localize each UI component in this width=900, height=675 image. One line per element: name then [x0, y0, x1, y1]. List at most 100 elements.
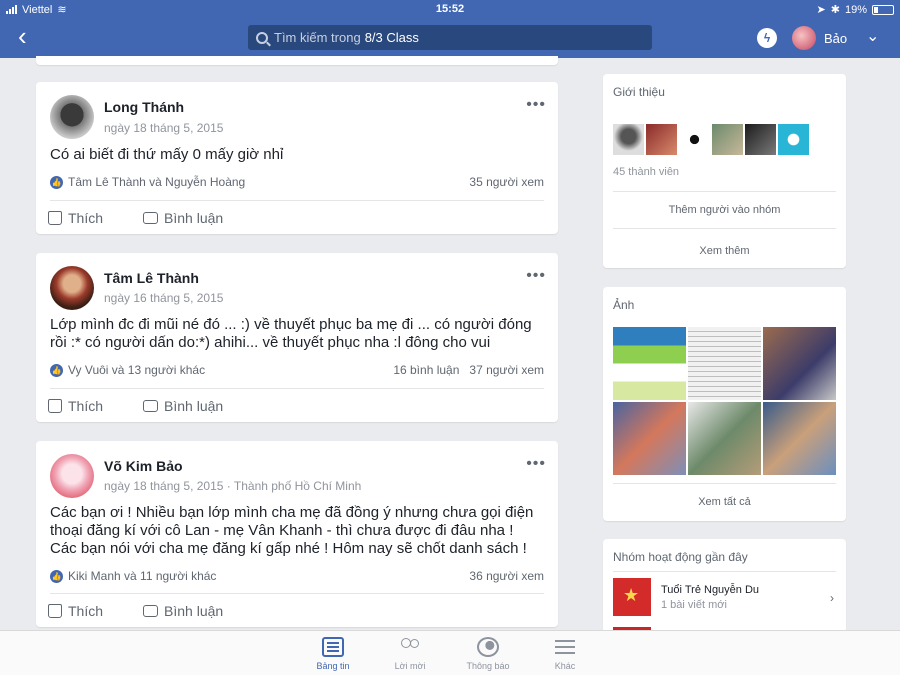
view-count: 35 người xem — [469, 175, 544, 189]
location-icon: ➤ — [816, 4, 826, 16]
clock: 15:52 — [435, 3, 465, 15]
divider — [613, 228, 836, 229]
search-prefix: Tìm kiếm trong — [274, 30, 361, 45]
comment-button[interactable]: Bình luận — [143, 210, 223, 226]
tab-more[interactable]: Khác — [530, 637, 600, 671]
like-button[interactable]: Thích — [48, 398, 103, 414]
post-actions: Thích Bình luận — [48, 210, 223, 226]
like-reaction-icon: 👍 — [50, 363, 63, 377]
post-reactions[interactable]: 👍 Vy Vuôi và 13 người khác 16 bình luận … — [50, 363, 544, 377]
reactors: Tâm Lê Thành và Nguyễn Hoàng — [68, 175, 246, 189]
profile-button[interactable]: Bảo — [792, 26, 847, 50]
comment-button[interactable]: Bình luận — [143, 603, 223, 619]
recent-group-item[interactable]: Tuổi Trẻ Nguyễn Du 1 bài viết mới — [613, 578, 759, 616]
photo-thumbnail[interactable] — [613, 402, 686, 475]
like-icon — [48, 399, 62, 413]
post-card: Tâm Lê Thành ngày 16 tháng 5, 2015 ••• L… — [36, 253, 558, 422]
photo-thumbnail[interactable] — [688, 327, 761, 400]
post-author[interactable]: Tâm Lê Thành — [104, 270, 199, 286]
member-avatar — [646, 124, 677, 155]
post-actions: Thích Bình luận — [48, 603, 223, 619]
more-options-icon[interactable]: ••• — [526, 267, 546, 285]
divider — [50, 200, 544, 201]
chevron-down-icon[interactable]: ⌄ — [866, 26, 879, 46]
member-avatar — [712, 124, 743, 155]
chevron-right-icon[interactable]: › — [830, 591, 834, 605]
comment-button[interactable]: Bình luận — [143, 398, 223, 414]
divider — [613, 483, 836, 484]
photo-thumbnail[interactable] — [763, 327, 836, 400]
back-arrow-icon[interactable]: ‹ — [18, 23, 42, 49]
friends-icon — [399, 637, 421, 657]
divider — [50, 388, 544, 389]
post-author[interactable]: Võ Kim Bảo — [104, 458, 183, 474]
user-name: Bảo — [824, 30, 848, 46]
post-author[interactable]: Long Thánh — [104, 99, 184, 115]
bluetooth-icon: ✱ — [830, 4, 840, 16]
news-feed-icon — [322, 637, 344, 657]
photo-thumbnail[interactable] — [763, 402, 836, 475]
reactors: Kiki Manh và 11 người khác — [68, 569, 217, 583]
post-card: Võ Kim Bảo ngày 18 tháng 5, 2015 · Thành… — [36, 441, 558, 627]
post-reactions[interactable]: 👍 Tâm Lê Thành và Nguyễn Hoàng 35 người … — [50, 175, 544, 189]
search-input[interactable]: Tìm kiếm trong 8/3 Class — [248, 25, 652, 50]
divider — [613, 191, 836, 192]
more-options-icon[interactable]: ••• — [526, 455, 546, 473]
divider — [50, 593, 544, 594]
member-avatar — [745, 124, 776, 155]
tab-friend-requests[interactable]: Lời mời — [375, 637, 445, 671]
member-avatars[interactable] — [613, 124, 809, 155]
photo-thumbnail[interactable] — [613, 327, 686, 400]
post-actions: Thích Bình luận — [48, 398, 223, 414]
avatar[interactable] — [50, 95, 94, 139]
like-reaction-icon: 👍 — [50, 175, 63, 189]
about-panel: Giới thiệu 45 thành viên Thêm người vào … — [603, 74, 846, 268]
see-more-link[interactable]: Xem thêm — [603, 245, 846, 257]
group-subtitle: 1 bài viết mới — [661, 598, 727, 611]
member-avatar — [613, 124, 644, 155]
avatar — [792, 26, 816, 50]
menu-icon — [554, 637, 576, 657]
previous-post-card — [36, 56, 558, 65]
comment-icon — [143, 212, 159, 224]
messenger-icon[interactable]: ϟ — [757, 28, 777, 48]
like-button[interactable]: Thích — [48, 210, 103, 226]
photo-thumbnail[interactable] — [688, 402, 761, 475]
member-avatar — [679, 124, 710, 155]
comment-icon — [143, 605, 159, 617]
more-options-icon[interactable]: ••• — [526, 96, 546, 114]
top-navigation-bar: Viettel ≋ 15:52 ➤ ✱ 19% ‹ Tìm kiếm trong… — [0, 0, 900, 58]
reactors: Vy Vuôi và 13 người khác — [68, 363, 206, 377]
about-title: Giới thiệu — [613, 85, 665, 99]
like-icon — [48, 604, 62, 618]
tab-notifications[interactable]: Thông báo — [453, 637, 523, 671]
avatar[interactable] — [50, 454, 94, 498]
post-date: ngày 18 tháng 5, 2015 · Thành phố Hồ Chí… — [104, 479, 362, 493]
comment-count[interactable]: 16 bình luận — [393, 363, 459, 377]
like-button[interactable]: Thích — [48, 603, 103, 619]
photo-grid — [613, 327, 836, 475]
add-members-link[interactable]: Thêm người vào nhóm — [603, 204, 846, 216]
bottom-tab-bar: Bảng tin Lời mời Thông báo Khác — [0, 630, 900, 675]
post-text: Có ai biết đi thứ mấy 0 mấy giờ nhỉ — [50, 146, 284, 163]
post-reactions[interactable]: 👍 Kiki Manh và 11 người khác 36 người xe… — [50, 569, 544, 583]
member-avatar — [778, 124, 809, 155]
group-name: Tuổi Trẻ Nguyễn Du — [661, 583, 760, 596]
recent-groups-panel: Nhóm hoạt động gần đây Tuổi Trẻ Nguyễn D… — [603, 539, 846, 639]
member-count[interactable]: 45 thành viên — [613, 166, 679, 178]
like-icon — [48, 211, 62, 225]
photos-panel: Ảnh Xem tất cả — [603, 287, 846, 521]
avatar[interactable] — [50, 266, 94, 310]
post-text: Lớp mình đc đi mũi né đó ... :) về thuyế… — [50, 316, 532, 351]
search-group-name: 8/3 Class — [364, 30, 419, 45]
battery-percent: 19% — [844, 3, 867, 16]
search-icon — [256, 31, 268, 44]
see-all-photos-link[interactable]: Xem tất cả — [603, 496, 846, 508]
battery-icon — [872, 4, 894, 15]
like-reaction-icon: 👍 — [50, 569, 63, 583]
photos-title: Ảnh — [613, 298, 635, 312]
tab-feed[interactable]: Bảng tin — [298, 637, 368, 671]
post-location: · Thành phố Hồ Chí Minh — [226, 479, 362, 493]
divider — [613, 571, 836, 572]
globe-icon — [477, 637, 499, 657]
